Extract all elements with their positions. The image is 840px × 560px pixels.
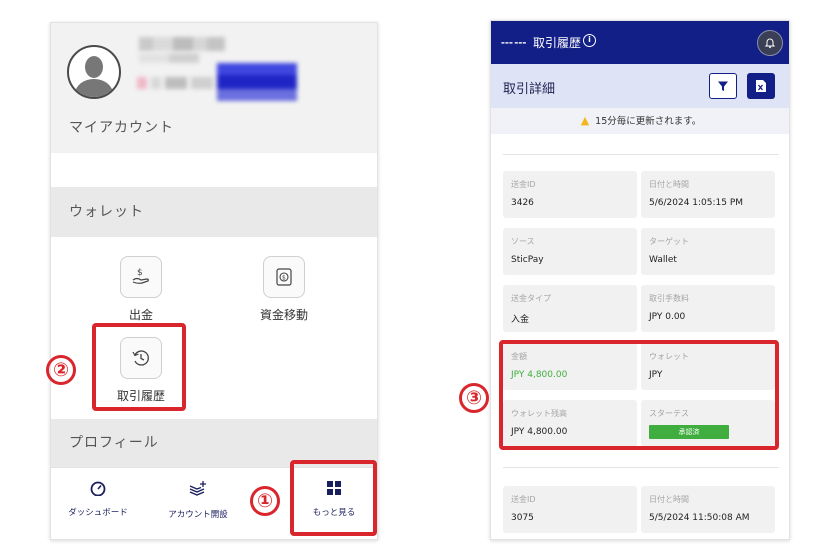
card-transfer-id: 送金ID 3426 xyxy=(503,171,637,218)
highlight-history-box xyxy=(92,323,186,411)
card-label: 送金タイプ xyxy=(511,294,551,303)
card-label: 日付と時間 xyxy=(649,180,689,189)
details-title: 取引詳細 xyxy=(503,82,556,97)
card-value: 入金 xyxy=(511,315,530,325)
gauge-icon xyxy=(90,481,106,497)
transfer-label: 資金移動 xyxy=(259,308,308,322)
card-value: JPY 0.00 xyxy=(649,312,686,322)
avatar[interactable] xyxy=(67,45,121,99)
nav-open-account[interactable]: アカウント開設 xyxy=(155,480,241,520)
list-divider xyxy=(503,154,779,155)
card-transfer-type: 送金タイプ 入金 xyxy=(503,285,637,332)
list-divider xyxy=(503,467,779,468)
redacted-account-info xyxy=(137,63,297,103)
wallet-heading[interactable]: ウォレット xyxy=(51,187,377,237)
svg-text:$: $ xyxy=(282,275,286,282)
nav-open-account-label: アカウント開設 xyxy=(168,510,228,520)
profile-header: マイアカウント xyxy=(51,23,377,173)
bell-icon xyxy=(764,38,776,49)
card-transfer-id: 送金ID 3075 xyxy=(503,486,637,533)
excel-file-icon xyxy=(756,80,766,92)
step-marker-2: ② xyxy=(46,352,76,385)
nav-dashboard[interactable]: ダッシュボード xyxy=(55,480,141,518)
my-account-heading[interactable]: マイアカウント xyxy=(51,103,377,153)
brand-logo: ▬▬▬ ▬▬▬ xyxy=(501,40,527,45)
step-marker-1: ① xyxy=(250,483,280,516)
card-value: 5/6/2024 1:05:15 PM xyxy=(649,198,744,208)
card-datetime: 日付と時間 5/5/2024 11:50:08 AM xyxy=(641,486,775,533)
card-label: 取引手数料 xyxy=(649,294,689,303)
svg-text:$: $ xyxy=(137,268,143,278)
warning-icon: ▲ xyxy=(580,114,590,127)
top-app-bar: ▬▬▬ ▬▬▬ 取引履歴 i xyxy=(491,21,789,64)
card-label: ソース xyxy=(511,237,535,246)
card-label: 送金ID xyxy=(511,495,536,504)
hand-coin-icon: $ xyxy=(120,256,162,298)
export-excel-button[interactable] xyxy=(747,73,775,99)
notification-bell-button[interactable] xyxy=(757,30,783,56)
step-marker-3: ③ xyxy=(459,380,489,413)
money-transfer-icon: $ xyxy=(263,256,305,298)
nav-dashboard-label: ダッシュボード xyxy=(68,508,128,518)
card-value: 3426 xyxy=(511,198,534,208)
info-icon[interactable]: i xyxy=(583,34,596,47)
transfer-item[interactable]: $ 資金移動 xyxy=(236,256,332,323)
card-value: SticPay xyxy=(511,255,544,265)
stack-plus-icon xyxy=(189,481,206,496)
my-account-content xyxy=(51,153,377,187)
page-title: 取引履歴 xyxy=(533,36,582,50)
withdraw-item[interactable]: $ 出金 xyxy=(93,256,189,323)
card-value: 5/5/2024 11:50:08 AM xyxy=(649,513,750,523)
redacted-username-2 xyxy=(139,53,199,63)
card-label: 送金ID xyxy=(511,180,536,189)
card-label: 日付と時間 xyxy=(649,495,689,504)
transaction-history-screen: ▬▬▬ ▬▬▬ 取引履歴 i 取引詳細 ▲ 15分毎に更新されます。 送金ID 3… xyxy=(490,20,790,540)
withdraw-label: 出金 xyxy=(128,308,153,322)
update-notice-text: 15分毎に更新されます。 xyxy=(595,116,702,127)
highlight-amount-box xyxy=(499,340,779,450)
card-fee: 取引手数料 JPY 0.00 xyxy=(641,285,775,332)
highlight-more-box xyxy=(290,460,377,536)
card-label: ターゲット xyxy=(649,237,689,246)
redacted-username xyxy=(139,37,225,51)
card-value: Wallet xyxy=(649,255,677,265)
card-value: 3075 xyxy=(511,513,534,523)
card-source: ソース SticPay xyxy=(503,228,637,275)
filter-button[interactable] xyxy=(709,73,737,99)
filter-icon xyxy=(718,81,728,91)
details-header: 取引詳細 xyxy=(491,64,789,108)
card-datetime: 日付と時間 5/6/2024 1:05:15 PM xyxy=(641,171,775,218)
card-target: ターゲット Wallet xyxy=(641,228,775,275)
update-notice: ▲ 15分毎に更新されます。 xyxy=(491,108,789,134)
